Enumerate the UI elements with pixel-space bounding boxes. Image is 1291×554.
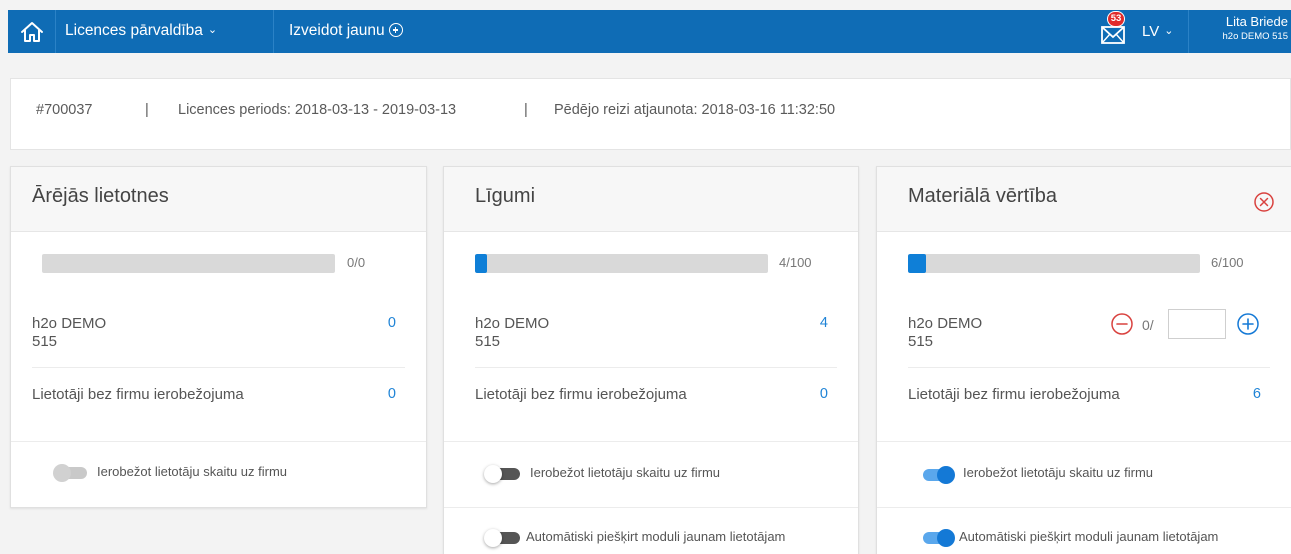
company-user-count[interactable]: 4 (820, 315, 828, 331)
unrestricted-users-label: Lietotāji bez firmu ierobežojuma (32, 386, 244, 403)
row-divider (908, 367, 1270, 368)
unrestricted-users-count[interactable]: 0 (388, 386, 396, 402)
usage-progress-bar (908, 254, 1200, 273)
card-title: Līgumi (444, 167, 858, 232)
auto-assign-toggle[interactable] (484, 528, 522, 548)
limit-users-label: Ierobežot lietotāju skaitu uz firmu (97, 464, 288, 479)
usage-count: 4/100 (779, 255, 812, 270)
language-selector[interactable]: LV ⌄ (1142, 23, 1173, 40)
licence-management-menu[interactable]: Licences pārvaldība ⌄ (65, 22, 217, 40)
limit-users-toggle[interactable] (51, 463, 89, 483)
nav-divider (1188, 10, 1189, 53)
auto-assign-toggle[interactable] (917, 528, 955, 548)
module-card-material-value: Materiālā vērtība 6/100 h2o DEMO 515 0/ … (876, 166, 1291, 554)
licence-id: #700037 (36, 102, 93, 118)
plus-circle-icon (388, 23, 403, 37)
licence-management-label: Licences pārvaldība (65, 22, 203, 39)
toggle-knob (53, 464, 71, 482)
unrestricted-users-count[interactable]: 6 (1253, 386, 1261, 402)
company-name-line: 515 (32, 333, 58, 350)
limit-users-toggle[interactable] (917, 465, 955, 485)
row-divider (444, 441, 858, 442)
row-divider (877, 507, 1291, 508)
usage-progress-bar (475, 254, 768, 273)
row-divider (444, 507, 858, 508)
licence-info-panel: #700037 | Licences periods: 2018-03-13 -… (10, 78, 1291, 150)
usage-count: 0/0 (347, 255, 366, 270)
unrestricted-users-label: Lietotāji bez firmu ierobežojuma (475, 386, 687, 403)
close-circle-icon[interactable] (1254, 192, 1274, 212)
toggle-knob (937, 529, 955, 547)
usage-count: 6/100 (1211, 255, 1244, 270)
card-title-row: Materiālā vērtība (877, 167, 1291, 232)
auto-assign-label: Automātiski piešķirt moduli jaunam lieto… (959, 529, 1219, 544)
company-name: h2o DEMO 515 (908, 315, 982, 351)
info-separator: | (524, 102, 528, 118)
company-name-line: h2o DEMO (908, 315, 983, 332)
home-button[interactable] (8, 10, 56, 53)
stepper-prefix: 0/ (1142, 317, 1154, 333)
decrement-button[interactable] (1111, 313, 1133, 335)
row-divider (475, 367, 837, 368)
home-icon (21, 22, 43, 42)
auto-assign-label: Automātiski piešķirt moduli jaunam lieto… (526, 529, 786, 544)
create-new-label: Izveidot jaunu (289, 22, 385, 39)
toggle-knob (937, 466, 955, 484)
unrestricted-users-label: Lietotāji bez firmu ierobežojuma (908, 386, 1120, 403)
limit-users-label: Ierobežot lietotāju skaitu uz firmu (963, 465, 1154, 480)
company-name-line: h2o DEMO (32, 315, 107, 332)
company-name: h2o DEMO 515 (32, 315, 106, 351)
create-new-button[interactable]: Izveidot jaunu (289, 22, 403, 40)
company-name: h2o DEMO 515 (475, 315, 549, 351)
card-title: Materiālā vērtība (908, 185, 1057, 207)
chevron-down-icon: ⌄ (1164, 25, 1174, 37)
language-label: LV (1142, 23, 1160, 40)
company-name-line: 515 (475, 333, 501, 350)
module-card-external-apps: Ārējās lietotnes 0/0 h2o DEMO 515 0 Liet… (10, 166, 427, 508)
last-updated: Pēdējo reizi atjaunota: 2018-03-16 11:32… (554, 102, 836, 118)
licence-period: Licences periods: 2018-03-13 - 2019-03-1… (178, 102, 457, 118)
user-menu[interactable]: Lita Briede h2o DEMO 515 (1208, 14, 1288, 43)
chevron-down-icon: ⌄ (207, 24, 218, 36)
card-title: Ārējās lietotnes (11, 167, 426, 232)
notification-badge: 53 (1107, 11, 1125, 27)
top-navigation-bar: Licences pārvaldība ⌄ Izveidot jaunu 53 L… (8, 10, 1291, 53)
usage-progress-fill (908, 254, 926, 273)
row-divider (11, 441, 426, 442)
unrestricted-users-count[interactable]: 0 (820, 386, 828, 402)
info-separator: | (145, 102, 149, 118)
module-card-contracts: Līgumi 4/100 h2o DEMO 515 4 Lietotāji be… (443, 166, 859, 554)
nav-divider (273, 10, 274, 53)
company-user-count[interactable]: 0 (388, 315, 396, 331)
usage-progress-fill (475, 254, 487, 273)
company-limit-input[interactable] (1168, 309, 1226, 339)
company-name-line: h2o DEMO (475, 315, 550, 332)
user-name: Lita Briede (1225, 14, 1288, 29)
limit-users-label: Ierobežot lietotāju skaitu uz firmu (530, 465, 721, 480)
user-company: h2o DEMO 515 (1222, 31, 1288, 42)
row-divider (32, 367, 405, 368)
limit-users-toggle[interactable] (484, 464, 522, 484)
toggle-knob (484, 529, 502, 547)
company-name-line: 515 (908, 333, 934, 350)
toggle-knob (484, 465, 502, 483)
increment-button[interactable] (1237, 313, 1259, 335)
row-divider (877, 441, 1291, 442)
usage-progress-bar (42, 254, 335, 273)
